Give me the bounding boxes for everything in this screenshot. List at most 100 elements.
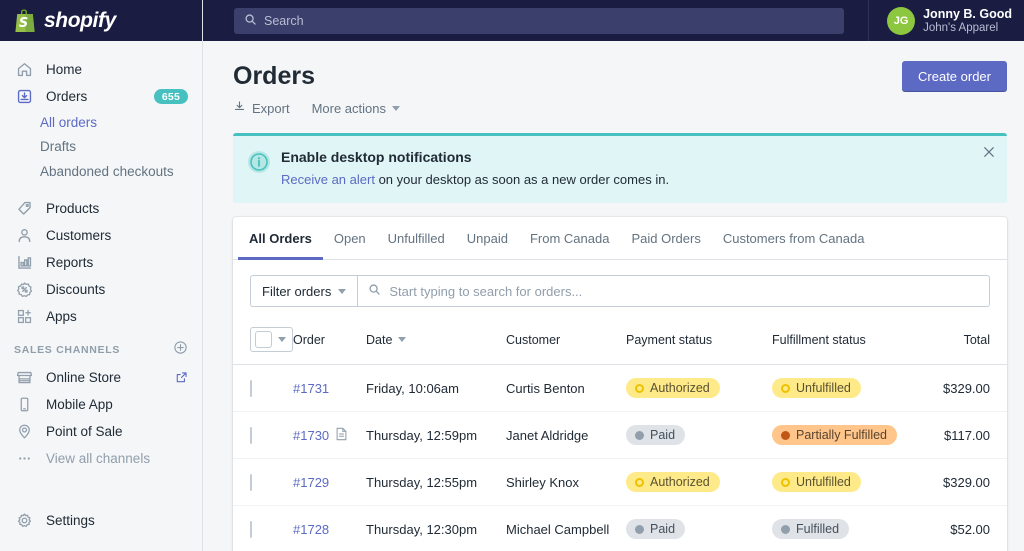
orders-inbox-icon (14, 88, 34, 105)
payment-status-cell: Authorized (626, 365, 772, 412)
location-pin-icon (14, 423, 34, 440)
column-header-total[interactable]: Total (922, 320, 1007, 365)
tab-all-orders[interactable]: All Orders (238, 217, 323, 260)
global-search-input[interactable]: Search (234, 8, 844, 34)
status-badge: Unfulfilled (772, 472, 861, 492)
sidebar-item-settings[interactable]: Settings (0, 507, 202, 534)
table-row[interactable]: #1728 Thursday, 12:30pm Michael Campbell… (233, 506, 1007, 551)
row-checkbox[interactable] (250, 380, 252, 397)
sidebar-subitem-label: Drafts (40, 139, 76, 154)
export-button[interactable]: Export (233, 100, 290, 116)
note-icon[interactable] (335, 427, 348, 444)
row-checkbox[interactable] (250, 427, 252, 444)
chevron-down-icon[interactable] (278, 337, 286, 342)
orders-count-badge: 655 (154, 89, 188, 104)
plus-circle-icon[interactable] (173, 340, 188, 360)
sidebar-subitem-all-orders[interactable]: All orders (40, 110, 202, 135)
select-all-checkbox[interactable] (255, 331, 272, 348)
tab-open[interactable]: Open (323, 217, 377, 260)
banner-rest-text: on your desktop as soon as a new order c… (375, 172, 669, 187)
table-row[interactable]: #1731 Friday, 10:06am Curtis Benton Auth… (233, 365, 1007, 412)
brand-logo[interactable]: S shopify (0, 0, 202, 41)
sidebar-item-home[interactable]: Home (0, 56, 202, 83)
order-link[interactable]: #1729 (293, 475, 329, 490)
order-link[interactable]: #1728 (293, 522, 329, 537)
sidebar-item-point-of-sale[interactable]: Point of Sale (0, 418, 202, 445)
sidebar-item-reports[interactable]: Reports (0, 249, 202, 276)
tab-paid-orders[interactable]: Paid Orders (620, 217, 711, 260)
fulfillment-status-cell: Partially Fulfilled (772, 412, 922, 459)
tab-label: Unfulfilled (388, 231, 445, 246)
tab-customers-from-canada[interactable]: Customers from Canada (712, 217, 876, 260)
tab-unpaid[interactable]: Unpaid (456, 217, 519, 260)
date-sort-control[interactable]: Date (366, 333, 406, 347)
status-label: Unfulfilled (796, 381, 851, 395)
order-link[interactable]: #1731 (293, 381, 329, 396)
date-cell: Thursday, 12:55pm (366, 459, 506, 506)
table-row[interactable]: #1729 Thursday, 12:55pm Shirley Knox Aut… (233, 459, 1007, 506)
tab-label: From Canada (530, 231, 609, 246)
nav-spacer (0, 184, 202, 195)
column-header-order[interactable]: Order (293, 320, 366, 365)
tab-label: Unpaid (467, 231, 508, 246)
sidebar-item-products[interactable]: Products (0, 195, 202, 222)
filter-orders-button[interactable]: Filter orders (250, 275, 357, 307)
column-header-fulfillment-status[interactable]: Fulfillment status (772, 320, 922, 365)
sidebar-item-apps[interactable]: Apps (0, 303, 202, 330)
sidebar-subitem-drafts[interactable]: Drafts (40, 135, 202, 160)
ellipsis-icon (14, 450, 34, 467)
desktop-notifications-banner: Enable desktop notifications Receive an … (233, 133, 1007, 203)
sidebar-subitem-label: All orders (40, 115, 97, 130)
store-name: John's Apparel (923, 21, 1012, 35)
sidebar-subitem-abandoned-checkouts[interactable]: Abandoned checkouts (40, 159, 202, 184)
orders-search-input[interactable]: Start typing to search for orders... (357, 275, 990, 307)
receive-alert-link[interactable]: Receive an alert (281, 172, 375, 187)
export-label: Export (252, 101, 290, 116)
status-badge: Fulfilled (772, 519, 849, 539)
column-header-payment-status[interactable]: Payment status (626, 320, 772, 365)
external-link-icon[interactable] (175, 371, 188, 384)
payment-status-cell: Paid (626, 412, 772, 459)
sidebar-item-customers[interactable]: Customers (0, 222, 202, 249)
create-order-button[interactable]: Create order (902, 61, 1007, 92)
sidebar-item-label: Home (46, 62, 188, 77)
status-label: Unfulfilled (796, 475, 851, 489)
filter-row: Filter orders Start typing to search for… (233, 260, 1007, 320)
close-icon[interactable] (983, 146, 995, 160)
sidebar-item-orders[interactable]: Orders 655 (0, 83, 202, 110)
status-label: Paid (650, 522, 675, 536)
sidebar-item-label: Orders (46, 89, 142, 104)
total-cell: $52.00 (922, 506, 1007, 551)
row-checkbox[interactable] (250, 521, 252, 538)
sidebar-item-mobile-app[interactable]: Mobile App (0, 391, 202, 418)
apps-grid-plus-icon (14, 308, 34, 325)
status-dot-icon (635, 431, 644, 440)
status-label: Fulfilled (796, 522, 839, 536)
sidebar-item-label: Mobile App (46, 397, 188, 412)
order-link[interactable]: #1730 (293, 428, 329, 443)
sidebar-item-view-all-channels[interactable]: View all channels (0, 445, 202, 472)
fulfillment-status-cell: Fulfilled (772, 506, 922, 551)
sidebar-item-online-store[interactable]: Online Store (0, 364, 202, 391)
sidebar-item-discounts[interactable]: Discounts (0, 276, 202, 303)
sidebar-item-label: Reports (46, 255, 188, 270)
user-menu[interactable]: JG Jonny B. Good John's Apparel (868, 0, 1024, 41)
select-all-control[interactable] (250, 327, 293, 352)
column-header-customer[interactable]: Customer (506, 320, 626, 365)
more-actions-button[interactable]: More actions (312, 101, 400, 116)
order-cell: #1731 (293, 365, 366, 412)
shopify-admin: S shopify Home (0, 0, 1024, 551)
tab-label: Open (334, 231, 366, 246)
column-header-date[interactable]: Date (366, 320, 506, 365)
sidebar-item-label: Point of Sale (46, 424, 188, 439)
row-checkbox[interactable] (250, 474, 252, 491)
tab-unfulfilled[interactable]: Unfulfilled (377, 217, 456, 260)
status-dot-icon (635, 525, 644, 534)
top-bar: Search JG Jonny B. Good John's Apparel (203, 0, 1024, 41)
payment-status-cell: Paid (626, 506, 772, 551)
status-dot-icon (635, 384, 644, 393)
date-cell: Thursday, 12:30pm (366, 506, 506, 551)
orders-table-body: #1731 Friday, 10:06am Curtis Benton Auth… (233, 365, 1007, 551)
table-row[interactable]: #1730 Thursday, 12:59pm (233, 412, 1007, 459)
tab-from-canada[interactable]: From Canada (519, 217, 620, 260)
